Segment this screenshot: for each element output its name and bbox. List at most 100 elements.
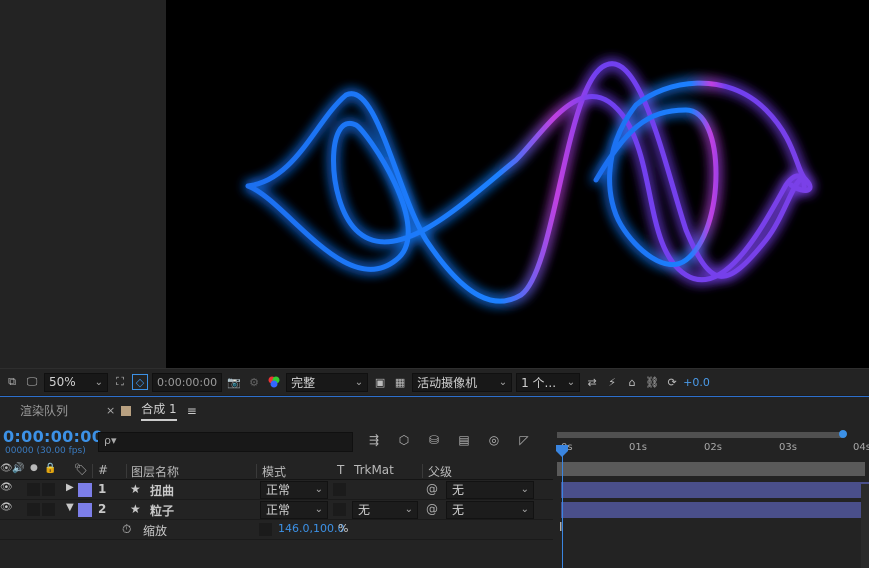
- mode-value: 正常: [266, 483, 291, 497]
- exposure-value[interactable]: +0.0: [683, 376, 710, 389]
- trkmat-dropdown[interactable]: 无 ⌄: [352, 501, 418, 519]
- eye-icon[interactable]: 👁: [0, 463, 13, 474]
- layer-name[interactable]: 粒子: [150, 502, 174, 519]
- lock-toggle[interactable]: [42, 503, 55, 516]
- parent-value: 无: [452, 483, 465, 497]
- layer-name[interactable]: 扭曲: [150, 482, 174, 499]
- col-number: #: [98, 463, 109, 477]
- timeline-icon[interactable]: ⌂: [624, 374, 640, 390]
- region-icon[interactable]: ▣: [372, 374, 388, 390]
- star-icon: ★: [130, 502, 141, 516]
- label-icon[interactable]: 🏷: [74, 463, 88, 476]
- eye-icon[interactable]: 👁: [0, 502, 13, 513]
- composition-viewer[interactable]: [166, 0, 869, 368]
- layer-row[interactable]: 👁 ▶ 1 ★ 扭曲 正常 ⌄ @ 无 ⌄: [0, 480, 553, 500]
- camera-dropdown[interactable]: 活动摄像机 ⌄: [412, 372, 513, 392]
- comp-flow-icon[interactable]: ⇶: [366, 432, 382, 448]
- chevron-down-icon: ⌄: [354, 376, 364, 388]
- search-input[interactable]: [98, 432, 353, 452]
- time-navigator[interactable]: [557, 462, 865, 476]
- current-time-field[interactable]: 0:00:00:00: [152, 372, 223, 392]
- stopwatch-icon[interactable]: ⏱: [122, 522, 131, 537]
- tick-label: 01s: [629, 442, 647, 453]
- shy-icon[interactable]: ⛁: [426, 432, 442, 448]
- pickwhip-icon[interactable]: @: [426, 502, 438, 516]
- mask-path-icon[interactable]: ◇: [132, 374, 148, 390]
- playhead-line[interactable]: [562, 454, 563, 568]
- camera-icon[interactable]: 📷: [226, 374, 242, 390]
- timeline-layer-panel: 0:00:00:00 00000 (30.00 fps) ρ▾ ⇶ ⬡ ⛁ ▤ …: [0, 424, 553, 568]
- flowchart-icon[interactable]: ⛓: [644, 374, 660, 390]
- tick-label: 03s: [779, 442, 797, 453]
- close-icon[interactable]: ×: [106, 404, 115, 417]
- col-layer-name[interactable]: 图层名称: [131, 463, 179, 480]
- chevron-down-icon: ⌄: [94, 376, 103, 388]
- star-icon: ★: [130, 482, 141, 496]
- col-trkmat: TrkMat: [354, 463, 394, 477]
- solo-icon[interactable]: ●: [30, 463, 38, 473]
- lock-toggle[interactable]: [42, 483, 55, 496]
- label-color[interactable]: [78, 483, 92, 497]
- frame-blend-icon[interactable]: ▤: [456, 432, 472, 448]
- work-area-bar[interactable]: [557, 432, 842, 438]
- column-separator: [126, 464, 127, 478]
- preserve-transparency-toggle[interactable]: [333, 503, 346, 516]
- panel-menu-icon[interactable]: ≡: [187, 404, 197, 418]
- layer-column-header: 👁 🔊 ● 🔒 🏷 # 图层名称 模式 T TrkMat 父级: [0, 462, 553, 480]
- audio-icon[interactable]: 🔊: [12, 463, 24, 474]
- search-icon: ρ▾: [104, 434, 117, 447]
- preserve-transparency-toggle[interactable]: [333, 483, 346, 496]
- reset-exposure-icon[interactable]: ⟳: [664, 374, 680, 390]
- mode-dropdown[interactable]: 正常 ⌄: [260, 501, 328, 519]
- audio-toggle[interactable]: [27, 483, 40, 496]
- motion-blur-icon[interactable]: ◎: [486, 432, 502, 448]
- label-color[interactable]: [78, 503, 92, 517]
- fast-preview-icon[interactable]: ⚡: [604, 374, 620, 390]
- transparency-grid-icon[interactable]: ▦: [392, 374, 408, 390]
- property-link-box[interactable]: [259, 523, 272, 536]
- zoom-dropdown[interactable]: 50% ⌄: [44, 372, 108, 392]
- audio-toggle[interactable]: [27, 503, 40, 516]
- col-mode: 模式: [262, 465, 287, 479]
- property-name: 缩放: [143, 524, 168, 538]
- layer-duration-bar[interactable]: [561, 482, 869, 498]
- channel-icon[interactable]: [266, 374, 282, 390]
- expand-arrow-icon[interactable]: ▶: [66, 482, 74, 493]
- tab-comp-1[interactable]: 合成 1: [141, 400, 177, 421]
- parent-dropdown[interactable]: 无 ⌄: [446, 501, 534, 519]
- lock-icon[interactable]: 🔒: [44, 463, 56, 474]
- chevron-down-icon: ⌄: [520, 484, 529, 495]
- snapshot-icon[interactable]: ⚙: [246, 374, 262, 390]
- graph-editor-icon[interactable]: ◸: [516, 432, 532, 448]
- property-value[interactable]: 146.0,100.0: [278, 522, 344, 535]
- always-preview-icon[interactable]: ⧉: [4, 374, 20, 390]
- time-ruler[interactable]: 0s 01s 02s 03s 04s: [553, 424, 869, 462]
- layer-duration-bar[interactable]: [561, 502, 869, 518]
- pickwhip-icon[interactable]: @: [426, 482, 438, 496]
- work-area-end-handle[interactable]: [839, 430, 847, 438]
- parent-dropdown[interactable]: 无 ⌄: [446, 481, 534, 499]
- views-dropdown[interactable]: 1 个... ⌄: [516, 372, 581, 392]
- vertical-scrollbar[interactable]: [861, 484, 869, 568]
- property-row[interactable]: ⏱ 缩放 146.0,100.0 %: [0, 520, 553, 540]
- layer-row[interactable]: 👁 ▼ 2 ★ 粒子 正常 ⌄ 无 ⌄ @ 无 ⌄: [0, 500, 553, 520]
- mode-dropdown[interactable]: 正常 ⌄: [260, 481, 328, 499]
- draft-3d-icon[interactable]: ⬡: [396, 432, 412, 448]
- collapse-arrow-icon[interactable]: ▼: [66, 502, 74, 513]
- column-separator: [256, 464, 257, 478]
- tick-label: 04s: [853, 442, 869, 453]
- toggle-pixel-icon[interactable]: ⇄: [584, 374, 600, 390]
- timeline-tabs: 渲染队列 × 合成 1 ≡: [0, 397, 869, 424]
- tick-label: 02s: [704, 442, 722, 453]
- fit-icon[interactable]: ⛶: [112, 374, 128, 390]
- col-t: T: [337, 463, 345, 477]
- resolution-dropdown[interactable]: 完整 ⌄: [286, 372, 369, 392]
- resolution-value: 完整: [291, 375, 316, 390]
- current-timecode[interactable]: 0:00:00:00: [3, 427, 103, 446]
- frame-info: 00000 (30.00 fps): [5, 446, 86, 456]
- timeline-track-area[interactable]: 0s 01s 02s 03s 04s I: [553, 424, 869, 568]
- views-value: 1 个...: [521, 375, 557, 390]
- eye-icon[interactable]: 👁: [0, 482, 13, 493]
- tab-render-queue[interactable]: 渲染队列: [20, 402, 68, 419]
- monitor-icon[interactable]: 🖵: [24, 374, 40, 390]
